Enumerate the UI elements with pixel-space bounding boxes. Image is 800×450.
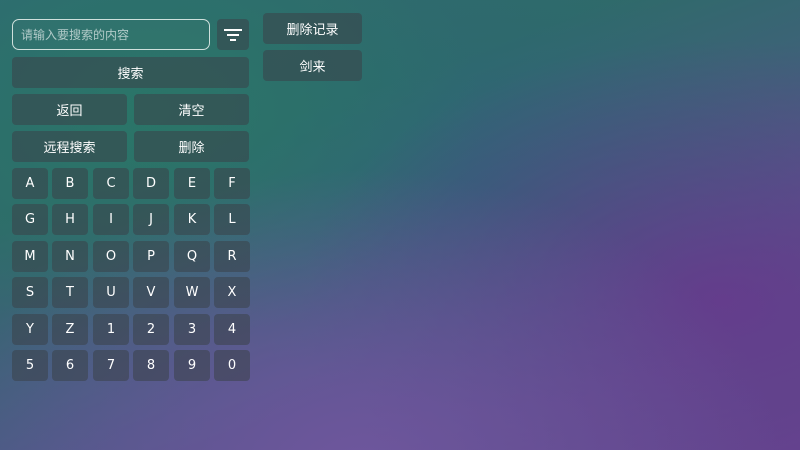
search-button[interactable]: 搜索 — [12, 57, 249, 88]
key-q[interactable]: Q — [174, 241, 210, 272]
key-h[interactable]: H — [52, 204, 88, 235]
key-e[interactable]: E — [174, 168, 210, 199]
key-4[interactable]: 4 — [214, 314, 250, 345]
key-j[interactable]: J — [133, 204, 169, 235]
key-3[interactable]: 3 — [174, 314, 210, 345]
key-o[interactable]: O — [93, 241, 129, 272]
key-v[interactable]: V — [133, 277, 169, 308]
key-t[interactable]: T — [52, 277, 88, 308]
search-field[interactable] — [12, 19, 210, 50]
key-n[interactable]: N — [52, 241, 88, 272]
delete-records-button[interactable]: 删除记录 — [263, 13, 362, 44]
back-button[interactable]: 返回 — [12, 94, 127, 125]
key-b[interactable]: B — [52, 168, 88, 199]
key-7[interactable]: 7 — [93, 350, 129, 381]
key-k[interactable]: K — [174, 204, 210, 235]
delete-records-label: 删除记录 — [286, 23, 339, 38]
key-l[interactable]: L — [214, 204, 250, 235]
key-c[interactable]: C — [93, 168, 129, 199]
key-r[interactable]: R — [214, 241, 250, 272]
key-9[interactable]: 9 — [174, 350, 210, 381]
filter-icon — [224, 28, 242, 41]
delete-button-label: 删除 — [178, 141, 205, 156]
key-s[interactable]: S — [12, 277, 48, 308]
delete-button[interactable]: 删除 — [134, 131, 249, 162]
key-6[interactable]: 6 — [52, 350, 88, 381]
key-a[interactable]: A — [12, 168, 48, 199]
key-p[interactable]: P — [133, 241, 169, 272]
key-u[interactable]: U — [93, 277, 129, 308]
key-y[interactable]: Y — [12, 314, 48, 345]
search-button-label: 搜索 — [117, 67, 144, 82]
key-z[interactable]: Z — [52, 314, 88, 345]
key-w[interactable]: W — [174, 277, 210, 308]
remote-search-button[interactable]: 远程搜索 — [12, 131, 127, 162]
key-1[interactable]: 1 — [93, 314, 129, 345]
back-button-label: 返回 — [56, 104, 83, 119]
key-i[interactable]: I — [93, 204, 129, 235]
history-item[interactable]: 剑来 — [263, 50, 362, 81]
remote-search-button-label: 远程搜索 — [43, 141, 96, 156]
history-item-label: 剑来 — [299, 60, 326, 75]
key-0[interactable]: 0 — [214, 350, 250, 381]
key-2[interactable]: 2 — [133, 314, 169, 345]
key-x[interactable]: X — [214, 277, 250, 308]
search-input[interactable] — [13, 20, 209, 49]
clear-button[interactable]: 清空 — [134, 94, 249, 125]
filter-button[interactable] — [217, 19, 249, 50]
key-f[interactable]: F — [214, 168, 250, 199]
key-8[interactable]: 8 — [133, 350, 169, 381]
key-g[interactable]: G — [12, 204, 48, 235]
key-d[interactable]: D — [133, 168, 169, 199]
key-m[interactable]: M — [12, 241, 48, 272]
key-5[interactable]: 5 — [12, 350, 48, 381]
clear-button-label: 清空 — [178, 104, 205, 119]
